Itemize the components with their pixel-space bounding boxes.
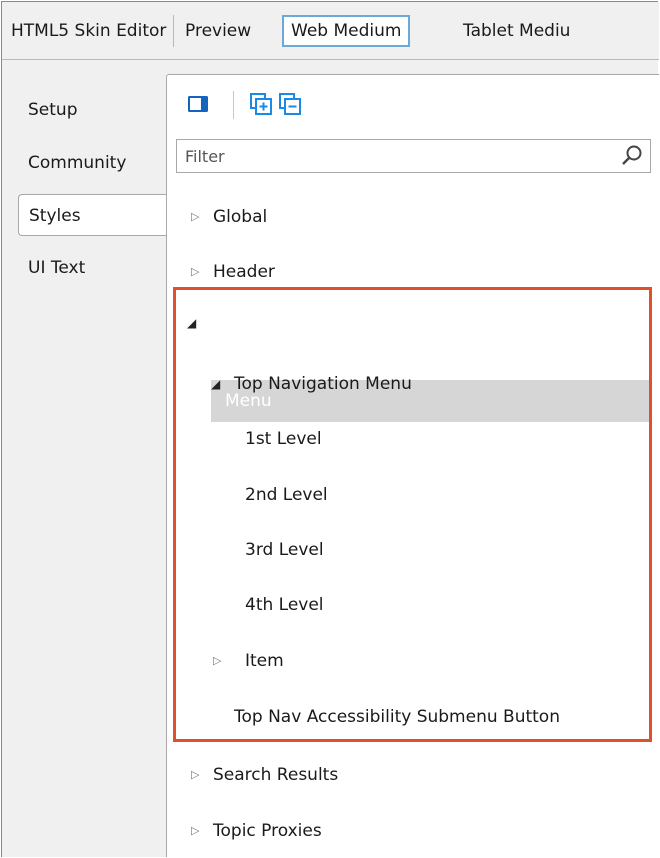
tree-label: Topic Proxies bbox=[213, 821, 322, 841]
search-icon[interactable] bbox=[620, 144, 644, 168]
expand-arrow-icon[interactable]: ▷ bbox=[191, 201, 199, 233]
tree-label: Item bbox=[245, 651, 284, 671]
styles-toolbar bbox=[167, 75, 659, 137]
collapse-arrow-icon[interactable]: ◢ bbox=[187, 316, 196, 330]
editor-side-tabs: Setup Community Styles UI Text bbox=[2, 60, 166, 857]
expand-all-icon[interactable] bbox=[249, 92, 273, 116]
panel-toggle-icon[interactable] bbox=[186, 92, 210, 116]
tree-label: 3rd Level bbox=[245, 540, 324, 560]
side-tab-ui-text[interactable]: UI Text bbox=[18, 247, 166, 289]
expand-arrow-icon[interactable]: ▷ bbox=[191, 759, 199, 791]
expand-arrow-icon[interactable]: ▷ bbox=[191, 256, 199, 288]
skin-editor-window: HTML5 Skin Editor Preview Web Medium Tab… bbox=[1, 1, 659, 857]
expand-arrow-icon[interactable]: ▷ bbox=[213, 645, 221, 677]
side-tab-community[interactable]: Community bbox=[18, 142, 166, 184]
filter-box bbox=[176, 139, 651, 173]
expand-arrow-icon[interactable]: ▷ bbox=[191, 815, 199, 847]
tree-label: Header bbox=[213, 262, 275, 282]
document-tab-bar: HTML5 Skin Editor Preview Web Medium Tab… bbox=[2, 2, 659, 60]
side-tab-setup[interactable]: Setup bbox=[18, 89, 166, 131]
styles-panel: ▷ Global ▷ Header ◢ Menu ◢ Top Navigatio… bbox=[166, 74, 659, 857]
tree-label: Search Results bbox=[213, 765, 339, 785]
tree-label: 2nd Level bbox=[245, 485, 328, 505]
tree-label: Top Nav Accessibility Submenu Button bbox=[234, 707, 560, 727]
tab-html5-skin-editor[interactable]: HTML5 Skin Editor bbox=[4, 15, 175, 47]
tree-label: Global bbox=[213, 207, 268, 227]
tree-label: 1st Level bbox=[245, 429, 322, 449]
tab-web-medium[interactable]: Web Medium bbox=[282, 15, 411, 47]
filter-input[interactable] bbox=[177, 140, 623, 172]
toolbar-divider bbox=[233, 91, 234, 119]
collapse-all-icon[interactable] bbox=[278, 92, 302, 116]
tree-label: 4th Level bbox=[245, 595, 324, 615]
tab-preview[interactable]: Preview bbox=[178, 15, 258, 47]
side-tab-styles[interactable]: Styles bbox=[18, 194, 166, 236]
tree-label: Top Navigation Menu bbox=[234, 374, 412, 394]
tab-tablet-medium[interactable]: Tablet Mediu bbox=[456, 15, 577, 47]
collapse-arrow-icon[interactable]: ◢ bbox=[211, 368, 220, 400]
